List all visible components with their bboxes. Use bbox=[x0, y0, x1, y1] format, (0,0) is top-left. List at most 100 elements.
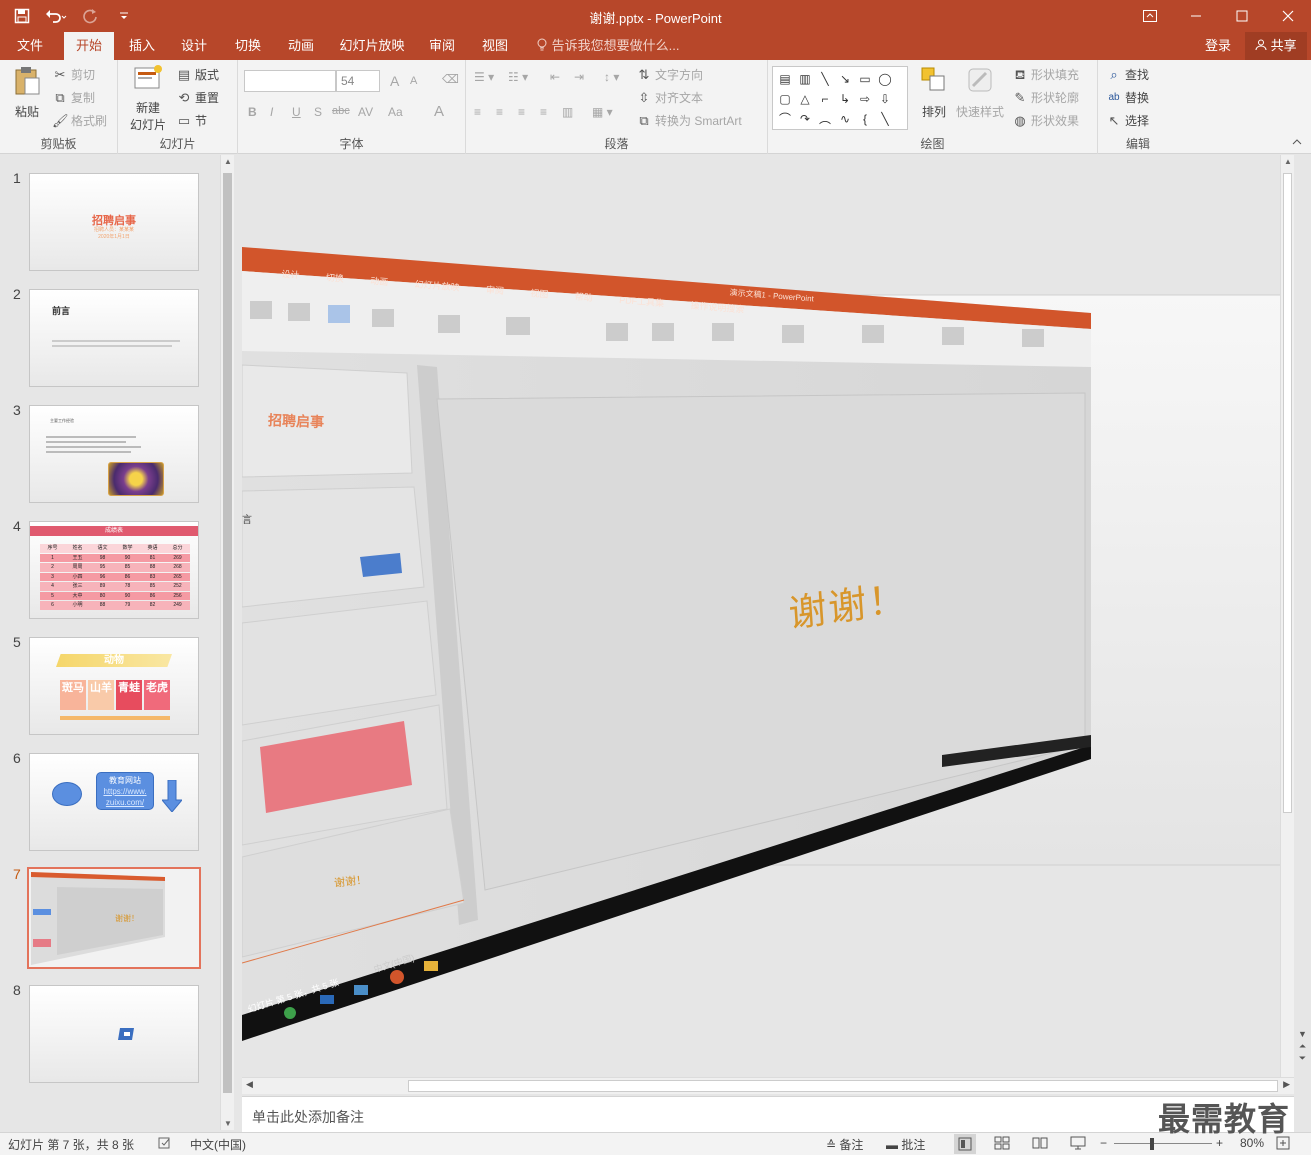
rect-shape-icon[interactable]: ▭ bbox=[855, 69, 875, 89]
italic-button[interactable]: I bbox=[270, 105, 273, 119]
slideshow-icon[interactable] bbox=[1070, 1136, 1086, 1153]
paste-button[interactable]: 粘贴 bbox=[8, 66, 46, 120]
right-arrow-shape-icon[interactable]: ⇨ bbox=[855, 89, 875, 109]
previous-slide-icon[interactable]: ⏶ bbox=[1294, 1040, 1311, 1052]
next-slide-icon[interactable]: ⏷ bbox=[1294, 1052, 1311, 1064]
language-indicator[interactable]: 中文(中国) bbox=[190, 1136, 246, 1153]
vtextbox-shape-icon[interactable]: ▥ bbox=[795, 69, 815, 89]
tell-me-box[interactable]: 告诉我您想要做什么... bbox=[536, 32, 679, 60]
increase-indent-icon[interactable]: ⇥ bbox=[574, 70, 584, 84]
align-text-button[interactable]: ⇳ 对齐文本 bbox=[636, 89, 703, 106]
decrease-indent-icon[interactable]: ⇤ bbox=[550, 70, 560, 84]
strikethrough-button[interactable]: abc bbox=[332, 105, 350, 117]
columns-icon[interactable]: ▦ ▾ bbox=[592, 105, 613, 119]
tab-animations[interactable]: 动画 bbox=[277, 32, 325, 60]
zoom-slider-track[interactable] bbox=[1114, 1143, 1212, 1144]
scroll-left-icon[interactable]: ◀ bbox=[246, 1079, 253, 1090]
normal-view-icon[interactable] bbox=[954, 1134, 976, 1154]
slide-thumbnail-2[interactable]: 前言 bbox=[29, 289, 199, 387]
grow-font-button[interactable]: A bbox=[390, 73, 399, 89]
slide-thumbnail-8[interactable] bbox=[29, 985, 199, 1083]
arrange-button[interactable]: 排列 bbox=[916, 66, 952, 120]
select-button[interactable]: ↖ 选择 bbox=[1106, 112, 1149, 129]
text-direction-button[interactable]: ⇅ 文字方向 bbox=[636, 66, 703, 83]
oval-shape-icon[interactable]: ◯ bbox=[875, 69, 895, 89]
copy-button[interactable]: ⧉ 复制 bbox=[52, 89, 95, 106]
shape-effects-button[interactable]: ◍ 形状效果 bbox=[1012, 112, 1079, 129]
change-case-button[interactable]: Aa bbox=[388, 105, 403, 119]
reading-view-icon[interactable] bbox=[1032, 1136, 1048, 1153]
tab-slideshow[interactable]: 幻灯片放映 bbox=[334, 32, 410, 60]
triangle-shape-icon[interactable]: △ bbox=[795, 89, 815, 109]
align-right-icon[interactable]: ≡ bbox=[518, 105, 525, 119]
font-size-box[interactable]: 54 bbox=[336, 70, 380, 92]
curved-arrow-icon[interactable]: ↷ bbox=[795, 109, 815, 129]
layout-button[interactable]: ▤ 版式 bbox=[176, 66, 219, 83]
notes-pane[interactable]: 单击此处添加备注 bbox=[242, 1096, 1294, 1132]
down-arrow-shape-icon[interactable]: ⇩ bbox=[875, 89, 895, 109]
textbox-shape-icon[interactable]: ▤ bbox=[775, 69, 795, 89]
align-center-icon[interactable]: ≡ bbox=[496, 105, 503, 119]
spellcheck-icon[interactable] bbox=[158, 1136, 172, 1153]
scroll-right-icon[interactable]: ▶ bbox=[1283, 1079, 1290, 1090]
slide-scroll-thumb[interactable] bbox=[1283, 173, 1292, 813]
distributed-icon[interactable]: ▥ bbox=[562, 105, 573, 119]
shape-outline-button[interactable]: ✎ 形状轮廓 bbox=[1012, 89, 1079, 106]
arrow-shape-icon[interactable]: ↘ bbox=[835, 69, 855, 89]
convert-smartart-button[interactable]: ⧉ 转换为 SmartArt bbox=[636, 112, 741, 129]
format-painter-button[interactable]: 🖌 格式刷 bbox=[52, 112, 107, 129]
slide-thumbnail-3[interactable]: 主要工作经验 bbox=[29, 405, 199, 503]
more-shapes-icon[interactable]: ╲ bbox=[875, 109, 895, 129]
close-icon[interactable] bbox=[1265, 0, 1311, 32]
thumbnail-scroll-thumb[interactable] bbox=[223, 173, 232, 1093]
justify-icon[interactable]: ≡ bbox=[540, 105, 547, 119]
slide-sorter-icon[interactable] bbox=[994, 1136, 1010, 1153]
elbow-shape-icon[interactable]: ⌐ bbox=[815, 89, 835, 109]
brace-shape-icon[interactable]: { bbox=[855, 109, 875, 129]
zoom-slider-handle[interactable] bbox=[1150, 1138, 1154, 1150]
tab-design[interactable]: 设计 bbox=[170, 32, 218, 60]
shadow-button[interactable]: S bbox=[314, 105, 322, 119]
bold-button[interactable]: B bbox=[248, 105, 257, 119]
new-slide-button[interactable]: 新建 幻灯片 bbox=[122, 64, 174, 132]
elbow-arrow-shape-icon[interactable]: ↳ bbox=[835, 89, 855, 109]
rounded-rect-shape-icon[interactable]: ▢ bbox=[775, 89, 795, 109]
slide-horizontal-scrollbar[interactable]: ◀ ▶ bbox=[242, 1077, 1294, 1094]
shapes-gallery[interactable]: ▤ ▥ ╲ ↘ ▭ ◯ ▢ △ ⌐ ↳ ⇨ ⇩ ⌒ ↷ ︵ ∿ { ╲ bbox=[772, 66, 908, 130]
align-left-icon[interactable]: ≡ bbox=[474, 105, 481, 119]
section-button[interactable]: ▭ 节 bbox=[176, 112, 207, 129]
font-name-box[interactable] bbox=[244, 70, 336, 92]
share-button[interactable]: 共享 bbox=[1245, 32, 1307, 60]
tab-home[interactable]: 开始 bbox=[64, 32, 114, 60]
shape-fill-button[interactable]: ⛾ 形状填充 bbox=[1012, 66, 1079, 83]
scroll-up-icon[interactable]: ▲ bbox=[224, 157, 232, 166]
quick-styles-button[interactable]: 快速样式 bbox=[954, 66, 1006, 120]
curve-shape-icon[interactable]: ⌒ bbox=[775, 109, 795, 129]
notes-placeholder[interactable]: 单击此处添加备注 bbox=[252, 1107, 364, 1127]
ribbon-display-options-icon[interactable] bbox=[1127, 0, 1173, 32]
tab-view[interactable]: 视图 bbox=[471, 32, 519, 60]
slide-thumbnail-4[interactable]: 成绩表 序号 姓名 语文 数学 英语 总分 1 王五 98 90 81 269 2 周周 95 85 88 268… bbox=[29, 521, 199, 619]
scroll-down-icon[interactable]: ▼ bbox=[224, 1119, 232, 1128]
minimize-icon[interactable] bbox=[1173, 0, 1219, 32]
shrink-font-button[interactable]: A bbox=[410, 75, 417, 87]
tab-transitions[interactable]: 切换 bbox=[224, 32, 272, 60]
reset-button[interactable]: ⟲ 重置 bbox=[176, 89, 219, 106]
font-color-button[interactable]: A bbox=[434, 103, 444, 120]
line-shape-icon[interactable]: ╲ bbox=[815, 69, 835, 89]
char-spacing-button[interactable]: AV bbox=[358, 105, 373, 119]
comments-button[interactable]: ▬ 批注 bbox=[886, 1136, 925, 1153]
tab-file[interactable]: 文件 bbox=[6, 32, 54, 60]
underline-button[interactable]: U bbox=[292, 105, 301, 119]
maximize-icon[interactable] bbox=[1219, 0, 1265, 32]
notes-button[interactable]: ≙ 备注 bbox=[826, 1136, 863, 1153]
slide-thumbnail-5[interactable]: 动物 斑马 山羊 青蛙 老虎 bbox=[29, 637, 199, 735]
slide-editing-area[interactable]: 设计 切换 动画 幻灯片放映 审阅 视图 帮助 PDF工具集 操作说明搜索 演示… bbox=[242, 155, 1294, 1077]
replace-button[interactable]: ab 替换 bbox=[1106, 89, 1149, 106]
login-link[interactable]: 登录 bbox=[1205, 32, 1231, 60]
slide-thumbnail-7[interactable]: 谢谢！ bbox=[27, 867, 201, 969]
thumbnail-scrollbar[interactable]: ▲ ▼ bbox=[220, 155, 234, 1130]
find-button[interactable]: ⌕ 查找 bbox=[1106, 66, 1149, 83]
cut-button[interactable]: ✂ 剪切 bbox=[52, 66, 95, 83]
slide-thumbnail-1[interactable]: 招聘启事 招聘人员：某某某 2020年1月1日 bbox=[29, 173, 199, 271]
